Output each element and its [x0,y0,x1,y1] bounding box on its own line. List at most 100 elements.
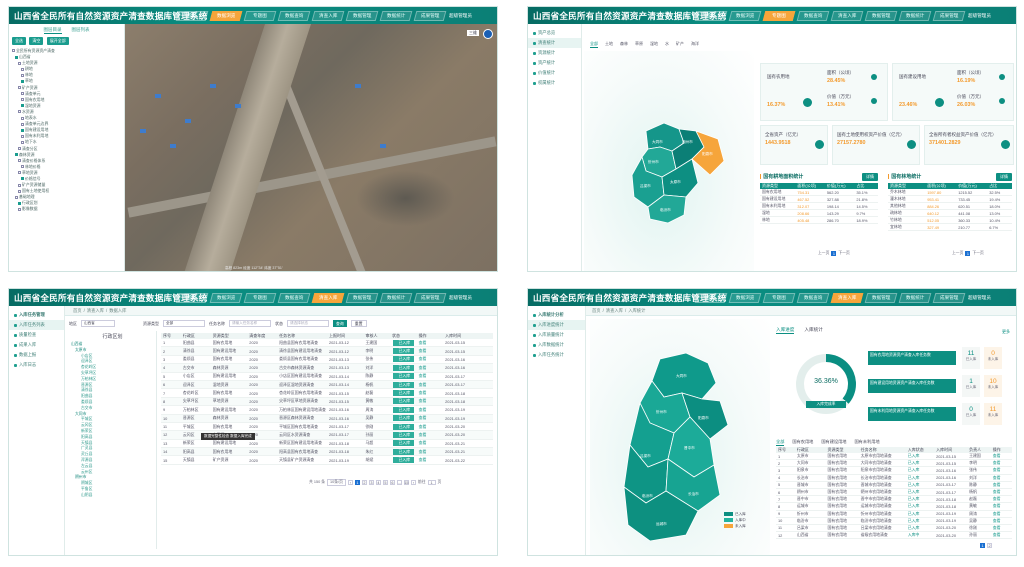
resource-tab[interactable]: 国有建设用地 [821,439,846,446]
user-menu[interactable]: 超级管理员 [968,295,991,301]
nav-item[interactable]: 数据查询 [796,292,830,303]
view-link[interactable]: 查看 [417,457,444,463]
prev-page-icon[interactable]: ‹ [347,480,353,485]
table-row[interactable]: 4 长治市 国有农用地 长治市农用地清查 已入库 2021-03-16 刘洋 查看 [776,475,1012,482]
tree-node[interactable]: 影像数据 [12,206,121,212]
nav-item[interactable]: 专题图 [243,292,277,303]
table-row[interactable]: 8 尖草坪区 草地资源 2020 尖草坪区草地资源清查 2021-03-15 黄敏 已入库 查看… [161,397,493,407]
table-row[interactable]: 4 古交市 森林资源 2020 古交市森林资源清查 2021-03-13 刘洋 已入库 查看 20… [161,364,493,373]
breadcrumb-item[interactable]: 清查入库 [606,308,623,314]
select-all-button[interactable]: 全选 [12,37,26,45]
table-row[interactable]: 国有未利用地 312.07 198.14 14.5% [760,203,878,210]
sidebar-item[interactable]: 质量检查 [9,330,64,340]
filter-tab[interactable]: 森林 [620,41,628,48]
view-link[interactable]: 查看 [991,511,1012,517]
filter-tab[interactable]: 全部 [590,41,598,48]
status-select[interactable]: 请选择状态 [287,320,329,327]
checkbox-icon[interactable] [21,165,24,169]
page-button[interactable]: 2 [987,543,992,548]
nav-item[interactable]: 专题图 [762,10,796,21]
page-button[interactable]: 1 [980,543,985,548]
table-row[interactable]: 乔木林地 1597.80 1215.52 32.5% [888,189,1012,196]
table-row[interactable]: 6 朔州市 国有农用地 朔州市农用地清查 已入库 2021-03-17 杨帆 查看 [776,489,1012,497]
sidebar-item[interactable]: 资产统计 [528,58,581,68]
nav-item[interactable]: 清查入库 [830,10,864,21]
table-row[interactable]: 1 太原市 国有农用地 太原市农用地清查 已入库 2021-03-15 王建国 查看 [776,453,1012,461]
filter-tab[interactable]: 土地 [605,41,613,48]
expand-all-button[interactable]: 展开全部 [46,37,69,45]
checkbox-icon[interactable] [18,171,21,175]
page-button[interactable]: 1 [354,480,360,485]
sidebar-item[interactable]: 入库进度统计 [528,320,585,330]
checkbox-icon[interactable] [21,92,24,96]
table-row[interactable]: 15 天镇县 矿产资源 2020 天镇县矿产资源清查 2021-03-19 胡斌 已入库 查看 2… [161,456,493,465]
table-row[interactable]: 7 晋中市 国有农用地 晋中市农用地清查 已入库 2021-03-18 赵磊 查看 [776,496,1012,504]
nav-item[interactable]: 数据统计 [898,292,932,303]
nav-item[interactable]: 数据统计 [898,10,932,21]
page-button[interactable]: 下一页 [838,251,849,256]
nav-item[interactable]: 数据管理 [864,10,898,21]
view-link[interactable]: 查看 [991,460,1012,466]
table-row[interactable]: 10 临汾市 国有农用地 临汾市农用地清查 已入库 2021-03-19 吴静 查看 [776,518,1012,525]
page-button[interactable]: 1 [965,251,971,256]
sidebar-item[interactable]: 资产总览 [528,28,581,38]
filter-tab[interactable]: 矿产 [676,41,684,48]
table-row[interactable]: 10 晋源区 森林资源 2020 晋源区森林资源清查 2021-03-16 吴静 已入库 查看 2… [161,414,493,423]
detail-button[interactable]: 详情 [862,173,878,181]
view-link[interactable]: 查看 [417,348,444,354]
nav-item[interactable]: 数据统计 [379,292,413,303]
view-link[interactable]: 查看 [417,356,444,362]
breadcrumb-item[interactable]: 入库统计 [628,308,645,314]
checkbox-icon[interactable] [12,49,15,53]
view-link[interactable]: 查看 [991,532,1012,538]
checkbox-icon[interactable] [21,140,24,144]
page-button[interactable]: 下一页 [972,251,983,256]
table-row[interactable]: 13 新荣区 国有建设用地 2020 新荣区国有建设用地清查 2021-03-18 马超 已入… [161,440,493,449]
checkbox-icon[interactable] [18,159,21,163]
breadcrumb-item[interactable]: 首页 [592,308,601,314]
nav-item[interactable]: 成果管理 [413,292,447,303]
filter-tab[interactable]: 湿地 [650,41,658,48]
checkbox-icon[interactable] [15,153,18,157]
filter-tab[interactable]: 水 [665,41,669,48]
checkbox-icon[interactable] [15,195,18,199]
sidebar-item[interactable]: 入库日志 [9,360,64,370]
checkbox-icon[interactable] [18,146,21,150]
resource-tab[interactable]: 全部 [776,439,785,446]
nav-item[interactable]: 清查入库 [830,292,864,303]
sidebar-item[interactable]: 入库数据统计 [528,340,585,350]
sidebar-item[interactable]: 价值统计 [528,68,581,78]
view-link[interactable]: 查看 [991,453,1012,459]
view-link[interactable]: 查看 [417,415,444,421]
table-row[interactable]: 疏林地 640.12 441.08 13.0% [888,210,1012,217]
nav-item[interactable]: 首页 [175,292,209,303]
table-row[interactable]: 宜林地 327.49 210.77 6.7% [888,224,1012,231]
view-link[interactable]: 查看 [991,496,1012,502]
sidebar-item[interactable]: 成果入库 [9,340,64,350]
filter-tab[interactable]: 草原 [635,41,643,48]
nav-item[interactable]: 清查入库 [311,292,345,303]
sidebar-item[interactable]: 入库任务统计 [528,350,585,360]
view-link[interactable]: 查看 [417,340,444,346]
table-row[interactable]: 林地 405.48 286.70 18.9% [760,217,878,224]
table-row[interactable]: 3 阳泉市 国有农用地 阳泉市农用地清查 已入库 2021-03-16 张伟 查看 [776,467,1012,475]
nav-item[interactable]: 数据统计 [379,10,413,21]
reset-button[interactable]: 重置 [350,320,367,327]
task-name-input[interactable]: 请输入任务名称 [229,320,271,327]
breadcrumb-item[interactable]: 清查入库 [87,308,104,314]
table-row[interactable]: 灌木林地 953.41 733.45 19.4% [888,196,1012,203]
checkbox-icon[interactable] [21,116,24,120]
view-link[interactable]: 查看 [417,365,444,371]
more-link[interactable]: 更多 [1002,329,1010,335]
breadcrumb-item[interactable]: 首页 [73,308,82,314]
user-menu[interactable]: 超级管理员 [449,13,472,19]
table-row[interactable]: 12 山西省 国有农用地 省级农用地清查 入库中 2021-03-20 孙丽 查看 [776,532,1012,540]
nav-item[interactable]: 数据浏览 [728,10,762,21]
page-button[interactable]: 上一页 [952,251,963,256]
view-link[interactable]: 查看 [417,382,444,388]
type-select[interactable]: 全部 [163,320,205,327]
page-button[interactable]: 1 [831,251,837,256]
checkbox-icon[interactable] [21,134,24,138]
table-row[interactable]: 湿地 208.66 143.29 9.7% [760,210,878,217]
province-map[interactable]: 大同市 朔州市 忻州市 阳泉市 吕梁市 太原市 临汾市 [584,51,754,272]
